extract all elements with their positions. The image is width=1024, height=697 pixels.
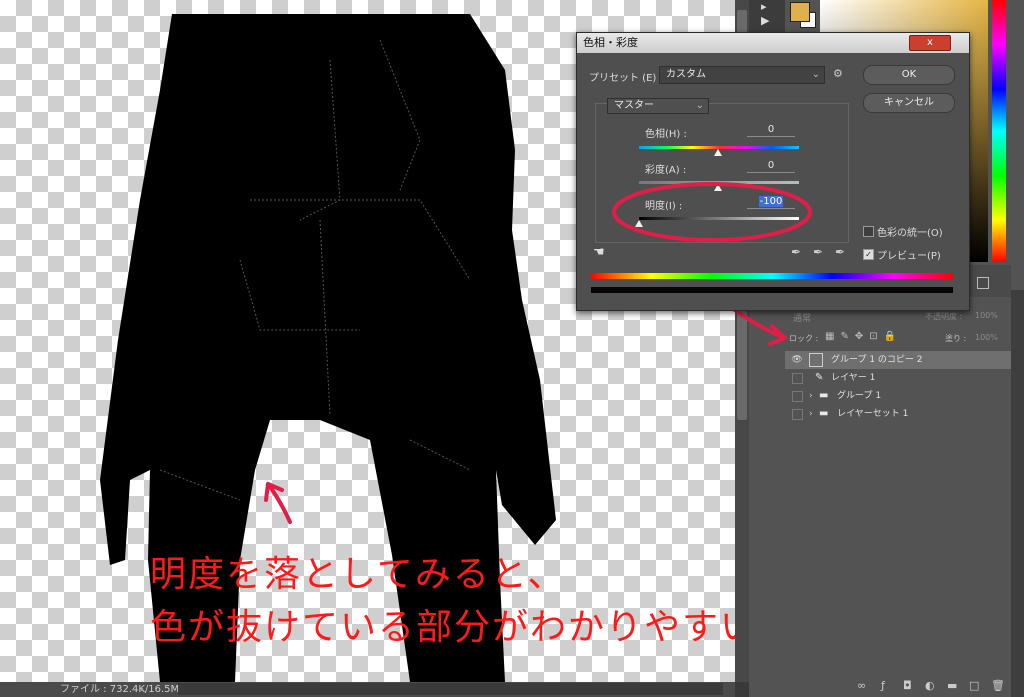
layer-name: グループ 1 のコピー 2 [831,355,923,365]
colorize-checkbox[interactable] [863,226,874,237]
dialog-titlebar[interactable]: 色相・彩度 x [577,33,969,53]
layers-bottom-toolbar: ∞ ƒ ◘ ◐ ▬ □ 🗑 [785,675,1011,697]
channel-select[interactable]: マスター ⌄ [607,98,709,114]
adjustment-layer-icon[interactable]: ◐ [925,679,935,692]
fx-icon[interactable]: ƒ [881,679,885,692]
foreground-color-swatch[interactable] [790,2,810,22]
output-spectrum-bar [591,287,953,293]
saturation-label: 彩度(A) : [645,165,687,176]
preset-value: カスタム [666,69,706,80]
preset-select[interactable]: カスタム ⌄ [659,66,825,84]
new-layer-filter-icon[interactable] [977,277,989,289]
status-bar: ファイル : 732.4K/16.5M › [0,682,735,697]
trash-icon[interactable]: 🗑 [991,679,1005,692]
preview-label: プレビュー(P) [877,251,941,262]
play-icon[interactable]: ▶ [761,14,769,27]
chevron-down-icon: ⌄ [695,100,704,111]
eyedropper-plus-icon[interactable]: ✒ [813,245,823,259]
layers-scrollbar[interactable] [1011,290,1024,697]
eyedropper-icon[interactable]: ✒ [791,245,801,259]
hue-slider-strip[interactable] [992,0,1006,262]
preset-label: プリセット (E) : [589,73,663,84]
adjustment-icon [809,353,823,367]
link-icon[interactable]: ∞ [857,679,866,692]
lock-icons[interactable]: ▦✎✥⊡🔒 [825,331,902,342]
annotation-arrow-canvas [264,482,292,524]
eye-icon[interactable]: 👁 [791,354,803,366]
dialog-title: 色相・彩度 [583,36,638,49]
chevron-right-icon[interactable]: › [809,405,813,423]
status-arrow-icon[interactable]: › [140,682,144,697]
fill-label: 塗り : [945,334,967,343]
mask-icon[interactable]: ◘ [903,679,912,692]
hue-label: 色相(H) : [645,129,687,140]
hand-icon[interactable]: ☚ [593,245,605,260]
opacity-label: 不透明度 : [925,312,963,321]
hue-slider-thumb[interactable] [714,149,722,156]
preset-options-icon[interactable]: ⚙ [833,67,843,80]
visibility-toggle[interactable] [792,409,803,420]
group-folder-icon[interactable]: ▬ [947,679,957,692]
chevron-down-icon: ⌄ [811,69,820,80]
folder-icon: ▬ [819,390,829,401]
eyedropper-minus-icon[interactable]: ✒ [835,245,845,259]
horizontal-scrollbar[interactable] [178,683,723,695]
annotation-line-2: 色が抜けている部分がわかりやすい [150,607,735,648]
file-info: ファイル : 732.4K/16.5M [60,684,180,695]
hue-value-field[interactable]: 0 [747,123,795,137]
layers-panel: 通常 不透明度 : 100% ロック : ▦✎✥⊡🔒 塗り : 100% 👁 グ… [785,265,1011,697]
annotation-line-1: 明度を落としてみると、 [150,554,566,595]
preview-checkbox[interactable]: ✓ [863,249,874,260]
opacity-value[interactable]: 100% [975,311,998,320]
chevron-right-icon[interactable]: › [809,387,813,405]
layer-row[interactable]: › ▬ レイヤーセット 1 [785,405,1011,423]
hue-saturation-dialog: 色相・彩度 x プリセット (E) : カスタム ⌄ ⚙ OK キャンセル マス… [576,32,970,311]
visibility-toggle[interactable] [792,391,803,402]
annotation-circle [612,182,812,242]
layer-row[interactable]: › ▬ グループ 1 [785,387,1011,405]
channel-value: マスター [614,100,654,111]
ok-button[interactable]: OK [863,65,955,85]
fill-value[interactable]: 100% [975,333,998,342]
layer-name: グループ 1 [837,391,882,401]
close-button[interactable]: x [909,35,951,51]
layer-name: レイヤー 1 [831,373,876,383]
brush-icon: ✎ [815,372,824,383]
layer-name: レイヤーセット 1 [837,409,909,419]
saturation-value-field[interactable]: 0 [747,159,795,173]
layer-row[interactable]: 👁 グループ 1 のコピー 2 [785,351,1011,369]
new-layer-icon[interactable]: □ [969,679,979,692]
colorize-label: 色彩の統一(O) [877,228,943,239]
cancel-button[interactable]: キャンセル [863,93,955,113]
input-spectrum-bar [591,273,953,279]
panel-expand-icon[interactable]: ▸ [761,0,767,13]
layer-row[interactable]: ✎ レイヤー 1 [785,369,1011,387]
visibility-toggle[interactable] [792,373,803,384]
folder-icon: ▬ [819,408,829,419]
